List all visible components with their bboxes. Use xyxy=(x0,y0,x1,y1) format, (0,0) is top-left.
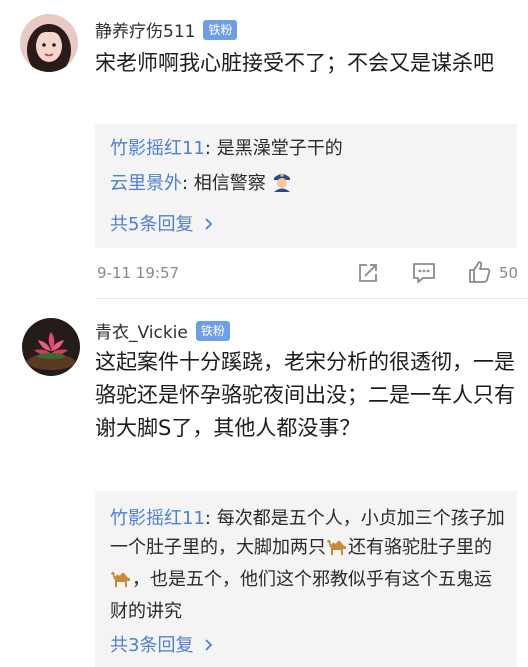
reply-text: 相信警察 xyxy=(193,173,266,194)
reply-author[interactable]: 云里景外 xyxy=(110,173,182,194)
reply-text: 还有骆驼肚子里的 xyxy=(348,537,492,558)
chevron-right-icon xyxy=(204,215,213,236)
police-officer-emoji xyxy=(272,170,292,201)
thumbs-up-icon[interactable] xyxy=(468,260,492,288)
username-row: 静养疗伤511 铁粉 xyxy=(95,17,238,42)
reply-separator: : xyxy=(182,173,194,194)
reply-separator: : xyxy=(204,138,217,159)
share-icon[interactable] xyxy=(357,262,379,288)
reply-text: ，也是五个，他们这个邪教似乎有这个五鬼运财的讲究 xyxy=(110,569,492,622)
reply-author[interactable]: 竹影摇红11 xyxy=(110,508,205,529)
reply-text: 是黑澡堂子干的 xyxy=(216,138,343,159)
fan-badge: 铁粉 xyxy=(203,19,238,40)
username[interactable]: 静养疗伤511 xyxy=(95,17,195,42)
camel-emoji xyxy=(110,568,132,597)
reply-item[interactable]: 竹影摇红11: 每次都是五个人，小贞加三个孩子加一个肚子里的，大脚加两只 还有骆驼… xyxy=(110,504,506,626)
comment-text: 这起案件十分蹊跷，老宋分析的很透彻，一是骆驼还是怀孕骆驼夜间出没；二是一车人只有… xyxy=(95,350,515,440)
reply-author[interactable]: 竹影摇红11 xyxy=(110,138,205,159)
username-row: 青衣_Vickie 铁粉 xyxy=(95,318,230,343)
comment-meta: 9-11 19:57 50 xyxy=(0,260,528,290)
reply-item[interactable]: 云里景外: 相信警察 xyxy=(110,170,506,201)
more-replies-label: 共3条回复 xyxy=(110,635,194,656)
reply-box[interactable]: 竹影摇红11: 是黑澡堂子干的 云里景外: 相信警察 共5条回复 xyxy=(95,124,517,248)
comment-item: 静养疗伤511 铁粉 宋老师啊我心脏接受不了；不会又是谋杀吧 竹影摇红11: 是… xyxy=(0,0,528,300)
view-more-replies-link[interactable]: 共3条回复 xyxy=(110,631,213,657)
comment-item: 青衣_Vickie 铁粉 这起案件十分蹊跷，老宋分析的很透彻，一是骆驼还是怀孕骆… xyxy=(0,300,528,667)
view-more-replies-link[interactable]: 共5条回复 xyxy=(110,210,213,236)
reply-item[interactable]: 竹影摇红11: 是黑澡堂子干的 xyxy=(110,135,506,163)
more-replies-label: 共5条回复 xyxy=(110,214,194,235)
timestamp: 9-11 19:57 xyxy=(97,264,180,282)
username[interactable]: 青衣_Vickie xyxy=(95,318,188,343)
like-count: 50 xyxy=(499,264,519,282)
comment-text: 宋老师啊我心脏接受不了；不会又是谋杀吧 xyxy=(95,51,494,75)
avatar[interactable] xyxy=(20,14,78,72)
camel-emoji xyxy=(326,536,348,565)
comment-icon[interactable] xyxy=(412,262,436,288)
reply-separator: : xyxy=(204,508,217,529)
chevron-right-icon xyxy=(204,636,213,657)
avatar[interactable] xyxy=(22,318,80,376)
fan-badge: 铁粉 xyxy=(195,320,230,341)
divider xyxy=(95,298,528,299)
reply-box[interactable]: 竹影摇红11: 每次都是五个人，小贞加三个孩子加一个肚子里的，大脚加两只 还有骆驼… xyxy=(95,491,517,667)
